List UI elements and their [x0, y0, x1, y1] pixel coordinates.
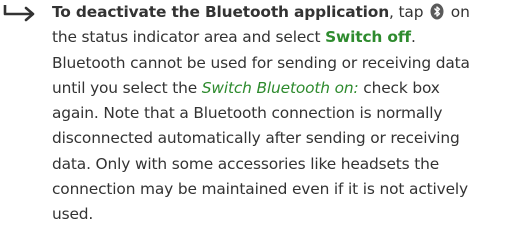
instruction-heading: To deactivate the Bluetooth application — [52, 3, 390, 21]
instruction-paragraph: To deactivate the Bluetooth application,… — [52, 3, 470, 224]
manual-page: To deactivate the Bluetooth application,… — [0, 0, 519, 240]
bluetooth-icon — [430, 3, 444, 20]
checkbox-label-ref: Switch Bluetooth on: — [201, 78, 359, 97]
switch-off-label: Switch off — [325, 28, 411, 47]
step-arrow-icon — [3, 5, 35, 22]
